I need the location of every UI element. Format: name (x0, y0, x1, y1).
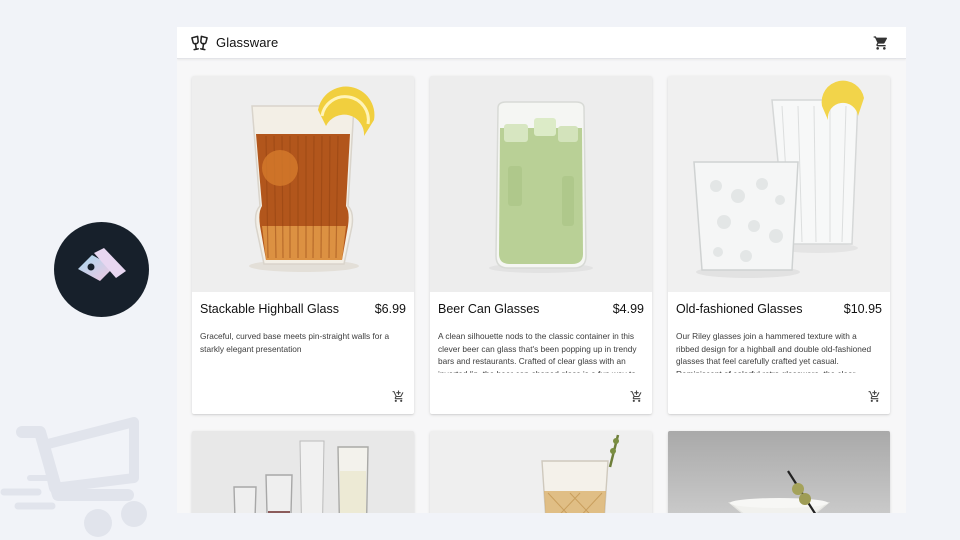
product-card[interactable] (430, 431, 652, 513)
product-description: Our Riley glasses join a hammered textur… (676, 331, 872, 373)
product-description: A clean silhouette nods to the classic c… (438, 331, 637, 373)
old-fashioned-glasses-image (668, 76, 890, 292)
product-price: $10.95 (843, 302, 882, 316)
product-card[interactable]: Beer Can Glasses $4.99 A clean silhouett… (430, 76, 652, 414)
app-window: Glassware Stackable Highball Glass $6.99… (177, 27, 906, 513)
shopping-cart-icon[interactable] (873, 35, 889, 51)
product-title[interactable]: Old-fashioned Glasses (676, 302, 802, 316)
add-to-cart-icon[interactable] (392, 390, 405, 403)
app-logo (54, 222, 149, 317)
martini-glass-image (668, 431, 890, 513)
product-card[interactable] (668, 431, 890, 513)
app-title: Glassware (216, 35, 279, 50)
product-card[interactable]: Stackable Highball Glass $6.99 Graceful,… (192, 76, 414, 414)
tag-logo-icon (78, 248, 126, 281)
wine-glasses-image (192, 431, 414, 513)
background-cart-icon (0, 417, 147, 537)
add-to-cart-icon[interactable] (630, 390, 643, 403)
product-title[interactable]: Beer Can Glasses (438, 302, 539, 316)
product-price: $4.99 (612, 302, 644, 316)
product-title[interactable]: Stackable Highball Glass (200, 302, 339, 316)
product-price: $6.99 (374, 302, 406, 316)
add-to-cart-icon[interactable] (868, 390, 881, 403)
crystal-tumbler-image (430, 431, 652, 513)
beer-can-glass-image (430, 76, 652, 292)
product-card[interactable]: Old-fashioned Glasses $10.95 Our Riley g… (668, 76, 890, 414)
product-card[interactable] (192, 431, 414, 513)
glasses-cheers-icon (191, 35, 208, 51)
highball-glass-image (192, 76, 414, 292)
product-description: Graceful, curved base meets pin-straight… (200, 331, 390, 354)
top-app-bar: Glassware (177, 27, 906, 59)
